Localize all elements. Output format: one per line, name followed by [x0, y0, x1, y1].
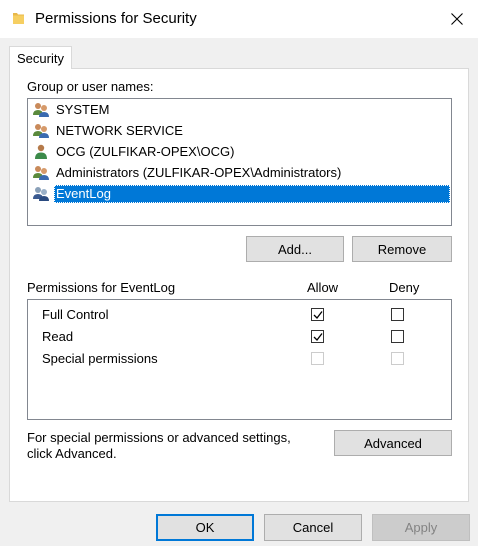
ok-button[interactable]: OK [156, 514, 254, 541]
folder-icon [13, 13, 24, 24]
checkmark-icon [313, 311, 323, 319]
advanced-hint-line2: click Advanced. [27, 446, 117, 461]
list-item[interactable]: SYSTEM [32, 100, 450, 120]
permissions-header: Permissions for EventLog [27, 280, 176, 295]
group-icon [33, 103, 49, 117]
list-item[interactable]: Administrators (ZULFIKAR-OPEX\Administra… [32, 163, 450, 183]
list-item-label: OCG (ZULFIKAR-OPEX\OCG) [56, 144, 235, 159]
allow-header: Allow [307, 280, 339, 295]
list-item-label: Administrators (ZULFIKAR-OPEX\Administra… [56, 165, 342, 180]
close-button[interactable] [436, 0, 478, 38]
allow-read-checkbox[interactable] [311, 330, 324, 343]
checkmark-icon [313, 333, 323, 341]
tab-label: Security [17, 50, 64, 66]
allow-full-control-checkbox[interactable] [311, 308, 324, 321]
list-item-selected[interactable]: EventLog [32, 184, 450, 204]
advanced-hint-line1: For special permissions or advanced sett… [27, 430, 291, 445]
title-bar[interactable]: Permissions for Security [0, 0, 478, 38]
group-icon [33, 124, 49, 138]
group-icon [33, 166, 49, 180]
deny-header: Deny [389, 280, 420, 295]
user-list[interactable]: SYSTEM NETWORK SERVICE OCG (ZULFIKAR-OPE… [27, 98, 452, 226]
remove-button[interactable]: Remove [352, 236, 452, 262]
permission-label: Read [42, 329, 74, 344]
add-button[interactable]: Add... [246, 236, 344, 262]
permissions-list: Full Control Read Special permissions [27, 299, 452, 420]
list-item[interactable]: OCG (ZULFIKAR-OPEX\OCG) [32, 142, 450, 162]
list-item-label: EventLog [54, 185, 450, 203]
list-item-label: SYSTEM [56, 102, 110, 117]
window-title: Permissions for Security [35, 10, 197, 27]
deny-full-control-checkbox[interactable] [391, 308, 404, 321]
apply-button: Apply [372, 514, 470, 541]
allow-special-permissions-checkbox [311, 352, 324, 365]
list-item-label: NETWORK SERVICE [56, 123, 183, 138]
list-item[interactable]: NETWORK SERVICE [32, 121, 450, 141]
permission-label: Special permissions [42, 351, 158, 366]
deny-special-permissions-checkbox [391, 352, 404, 365]
cancel-button[interactable]: Cancel [264, 514, 362, 541]
permission-label: Full Control [42, 307, 109, 322]
tab-security[interactable]: Security [9, 46, 72, 69]
group-users-label: Group or user names: [27, 79, 154, 94]
deny-read-checkbox[interactable] [391, 330, 404, 343]
user-icon [35, 144, 47, 159]
advanced-button[interactable]: Advanced [334, 430, 452, 456]
close-icon [451, 13, 463, 25]
group-icon [33, 187, 49, 201]
